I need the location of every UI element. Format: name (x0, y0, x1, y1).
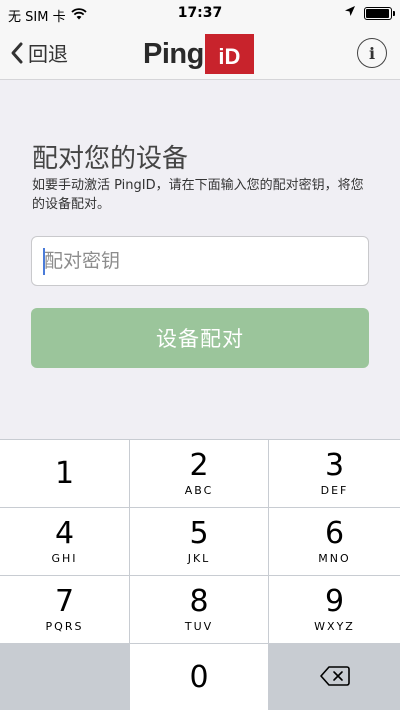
key-5[interactable]: 5 JKL (130, 508, 268, 575)
pingid-logo: Ping iD (143, 34, 254, 74)
status-right (344, 5, 395, 21)
key-digit: 1 (54, 455, 75, 491)
backspace-icon (319, 665, 350, 691)
key-0[interactable]: 0 (130, 644, 268, 710)
back-button[interactable]: 回退 (10, 38, 68, 67)
key-letters: TUV (184, 620, 214, 633)
location-arrow-icon (344, 5, 356, 21)
key-digit: 3 (324, 448, 345, 483)
key-letters: PQRS (45, 620, 84, 633)
page-title: 配对您的设备 (32, 144, 189, 174)
logo-box: iD (204, 34, 254, 74)
logo-text: Ping (143, 38, 204, 70)
key-digit: 8 (189, 584, 209, 619)
pairing-key-input[interactable] (31, 236, 369, 286)
key-digit: 2 (189, 448, 209, 483)
numeric-keypad: 1 2 ABC 3 DEF 4 GHI 5 JKL 6 MNO 7 PQRS 8… (0, 439, 400, 710)
info-icon: i (368, 43, 376, 63)
key-3[interactable]: 3 DEF (269, 440, 400, 507)
key-digit: 7 (54, 584, 75, 619)
key-letters: JKL (187, 552, 211, 565)
key-1[interactable]: 1 (0, 440, 129, 507)
back-label: 回退 (28, 42, 68, 66)
info-button[interactable]: i (357, 38, 387, 68)
delete-key[interactable] (269, 644, 400, 710)
key-empty (0, 644, 129, 710)
battery-level (366, 8, 389, 18)
nav-bar: 回退 Ping iD i (0, 28, 400, 80)
text-cursor (43, 248, 45, 275)
key-letters: MNO (318, 552, 351, 565)
key-6[interactable]: 6 MNO (269, 508, 400, 575)
key-letters: DEF (320, 484, 349, 497)
key-digit: 6 (324, 516, 345, 551)
instructions-text: 如要手动激活 PingID，请在下面输入您的配对密钥，将您的设备配对。 (32, 178, 364, 212)
key-digit: 4 (54, 516, 75, 551)
key-digit: 5 (189, 516, 209, 551)
key-digit: 0 (189, 659, 209, 695)
status-time: 17:37 (177, 5, 223, 21)
key-letters: WXYZ (314, 620, 355, 633)
chevron-left-icon (10, 41, 24, 65)
key-9[interactable]: 9 WXYZ (269, 576, 400, 643)
key-4[interactable]: 4 GHI (0, 508, 129, 575)
pair-device-button[interactable]: 设备配对 (31, 308, 369, 368)
key-7[interactable]: 7 PQRS (0, 576, 129, 643)
key-2[interactable]: 2 ABC (130, 440, 268, 507)
key-letters: ABC (184, 484, 214, 497)
key-8[interactable]: 8 TUV (130, 576, 268, 643)
key-letters: GHI (51, 552, 78, 565)
key-digit: 9 (324, 584, 345, 619)
battery-icon (364, 6, 395, 20)
status-bar: 无 SIM 卡 17:37 (0, 0, 400, 28)
